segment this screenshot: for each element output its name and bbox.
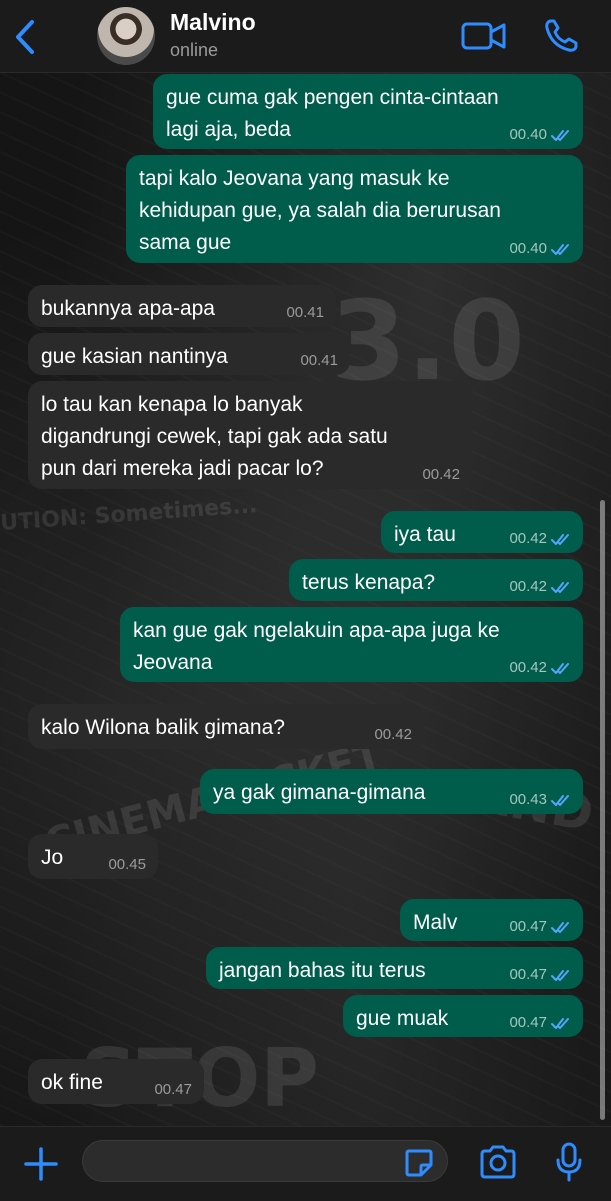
- outgoing-message[interactable]: iya tau 00.42: [381, 511, 583, 553]
- incoming-message[interactable]: bukannya apa-apa 00.41: [28, 285, 336, 327]
- message-meta: 00.40: [509, 127, 571, 143]
- incoming-message[interactable]: kalo Wilona balik gimana? 00.42: [28, 704, 424, 749]
- double-check-icon: [551, 129, 569, 141]
- wallpaper-decoration: UTION: Sometimes...: [0, 493, 259, 536]
- message-time: 00.47: [509, 966, 547, 983]
- outgoing-message[interactable]: ya gak gimana-gimana 00.43: [200, 769, 583, 814]
- video-camera-icon[interactable]: [461, 20, 507, 52]
- message-text: gue kasian nantinya: [41, 345, 228, 368]
- incoming-message[interactable]: gue kasian nantinya 00.41: [28, 333, 350, 375]
- message-text: tapi kalo Jeovana yang masuk ke kehidupa…: [139, 167, 501, 254]
- message-meta: 00.42: [509, 660, 571, 676]
- message-meta: 00.41: [286, 305, 324, 321]
- outgoing-message[interactable]: gue muak 00.47: [343, 995, 583, 1037]
- double-check-icon: [551, 533, 569, 545]
- outgoing-message[interactable]: tapi kalo Jeovana yang masuk ke kehidupa…: [126, 155, 583, 263]
- avatar[interactable]: [97, 7, 155, 65]
- message-time: 00.41: [300, 352, 338, 369]
- double-check-icon: [551, 243, 569, 255]
- camera-icon[interactable]: [478, 1144, 518, 1180]
- message-time: 00.47: [509, 1014, 547, 1031]
- message-time: 00.42: [374, 726, 412, 743]
- message-meta: 00.41: [300, 353, 338, 369]
- message-text: kan gue gak ngelakuin apa-apa juga ke Je…: [133, 619, 500, 674]
- outgoing-message[interactable]: kan gue gak ngelakuin apa-apa juga ke Je…: [120, 607, 583, 682]
- message-text: kalo Wilona balik gimana?: [41, 716, 285, 739]
- incoming-message[interactable]: Jo 00.45: [28, 834, 158, 879]
- message-input[interactable]: [82, 1140, 448, 1182]
- outgoing-message[interactable]: jangan bahas itu terus 00.47: [206, 947, 583, 989]
- message-meta: 00.42: [374, 727, 412, 743]
- outgoing-message[interactable]: gue cuma gak pengen cinta-cintaan lagi a…: [153, 74, 583, 149]
- double-check-icon: [551, 794, 569, 806]
- contact-status: online: [170, 40, 219, 60]
- message-time: 00.42: [509, 578, 547, 595]
- double-check-icon: [551, 921, 569, 933]
- message-time: 00.45: [108, 856, 146, 873]
- chevron-left-icon[interactable]: [10, 18, 40, 56]
- double-check-icon: [551, 1017, 569, 1029]
- message-meta: 00.42: [509, 531, 571, 547]
- message-meta: 00.40: [509, 241, 571, 257]
- double-check-icon: [551, 581, 569, 593]
- message-time: 00.42: [509, 659, 547, 676]
- incoming-message[interactable]: lo tau kan kenapa lo banyak digandrungi …: [28, 381, 472, 489]
- composer-bar: [0, 1126, 611, 1201]
- outgoing-message[interactable]: Malv 00.47: [400, 899, 583, 941]
- chat-header: Malvino online: [0, 0, 611, 73]
- sticker-icon[interactable]: [404, 1148, 434, 1178]
- message-time: 00.42: [422, 466, 460, 483]
- microphone-icon[interactable]: [554, 1141, 584, 1183]
- message-time: 00.47: [154, 1081, 192, 1098]
- message-text: bukannya apa-apa: [41, 297, 215, 320]
- message-time: 00.43: [509, 791, 547, 808]
- phone-icon[interactable]: [543, 18, 579, 54]
- message-meta: 00.42: [509, 579, 571, 595]
- message-time: 00.42: [509, 530, 547, 547]
- outgoing-message[interactable]: terus kenapa? 00.42: [289, 559, 583, 601]
- message-meta: 00.43: [509, 792, 571, 808]
- message-time: 00.47: [509, 918, 547, 935]
- plus-icon[interactable]: [22, 1145, 60, 1183]
- double-check-icon: [551, 969, 569, 981]
- message-meta: 00.47: [154, 1082, 192, 1098]
- incoming-message[interactable]: ok fine 00.47: [28, 1059, 204, 1104]
- message-meta: 00.47: [509, 967, 571, 983]
- message-meta: 00.42: [422, 467, 460, 483]
- message-meta: 00.45: [108, 857, 146, 873]
- contact-name[interactable]: Malvino: [170, 9, 256, 36]
- double-check-icon: [551, 662, 569, 674]
- scrollbar[interactable]: [600, 500, 605, 1120]
- message-time: 00.40: [509, 126, 547, 143]
- message-time: 00.41: [286, 304, 324, 321]
- message-meta: 00.47: [509, 1015, 571, 1031]
- message-meta: 00.47: [509, 919, 571, 935]
- message-time: 00.40: [509, 240, 547, 257]
- message-text: lo tau kan kenapa lo banyak digandrungi …: [41, 393, 388, 480]
